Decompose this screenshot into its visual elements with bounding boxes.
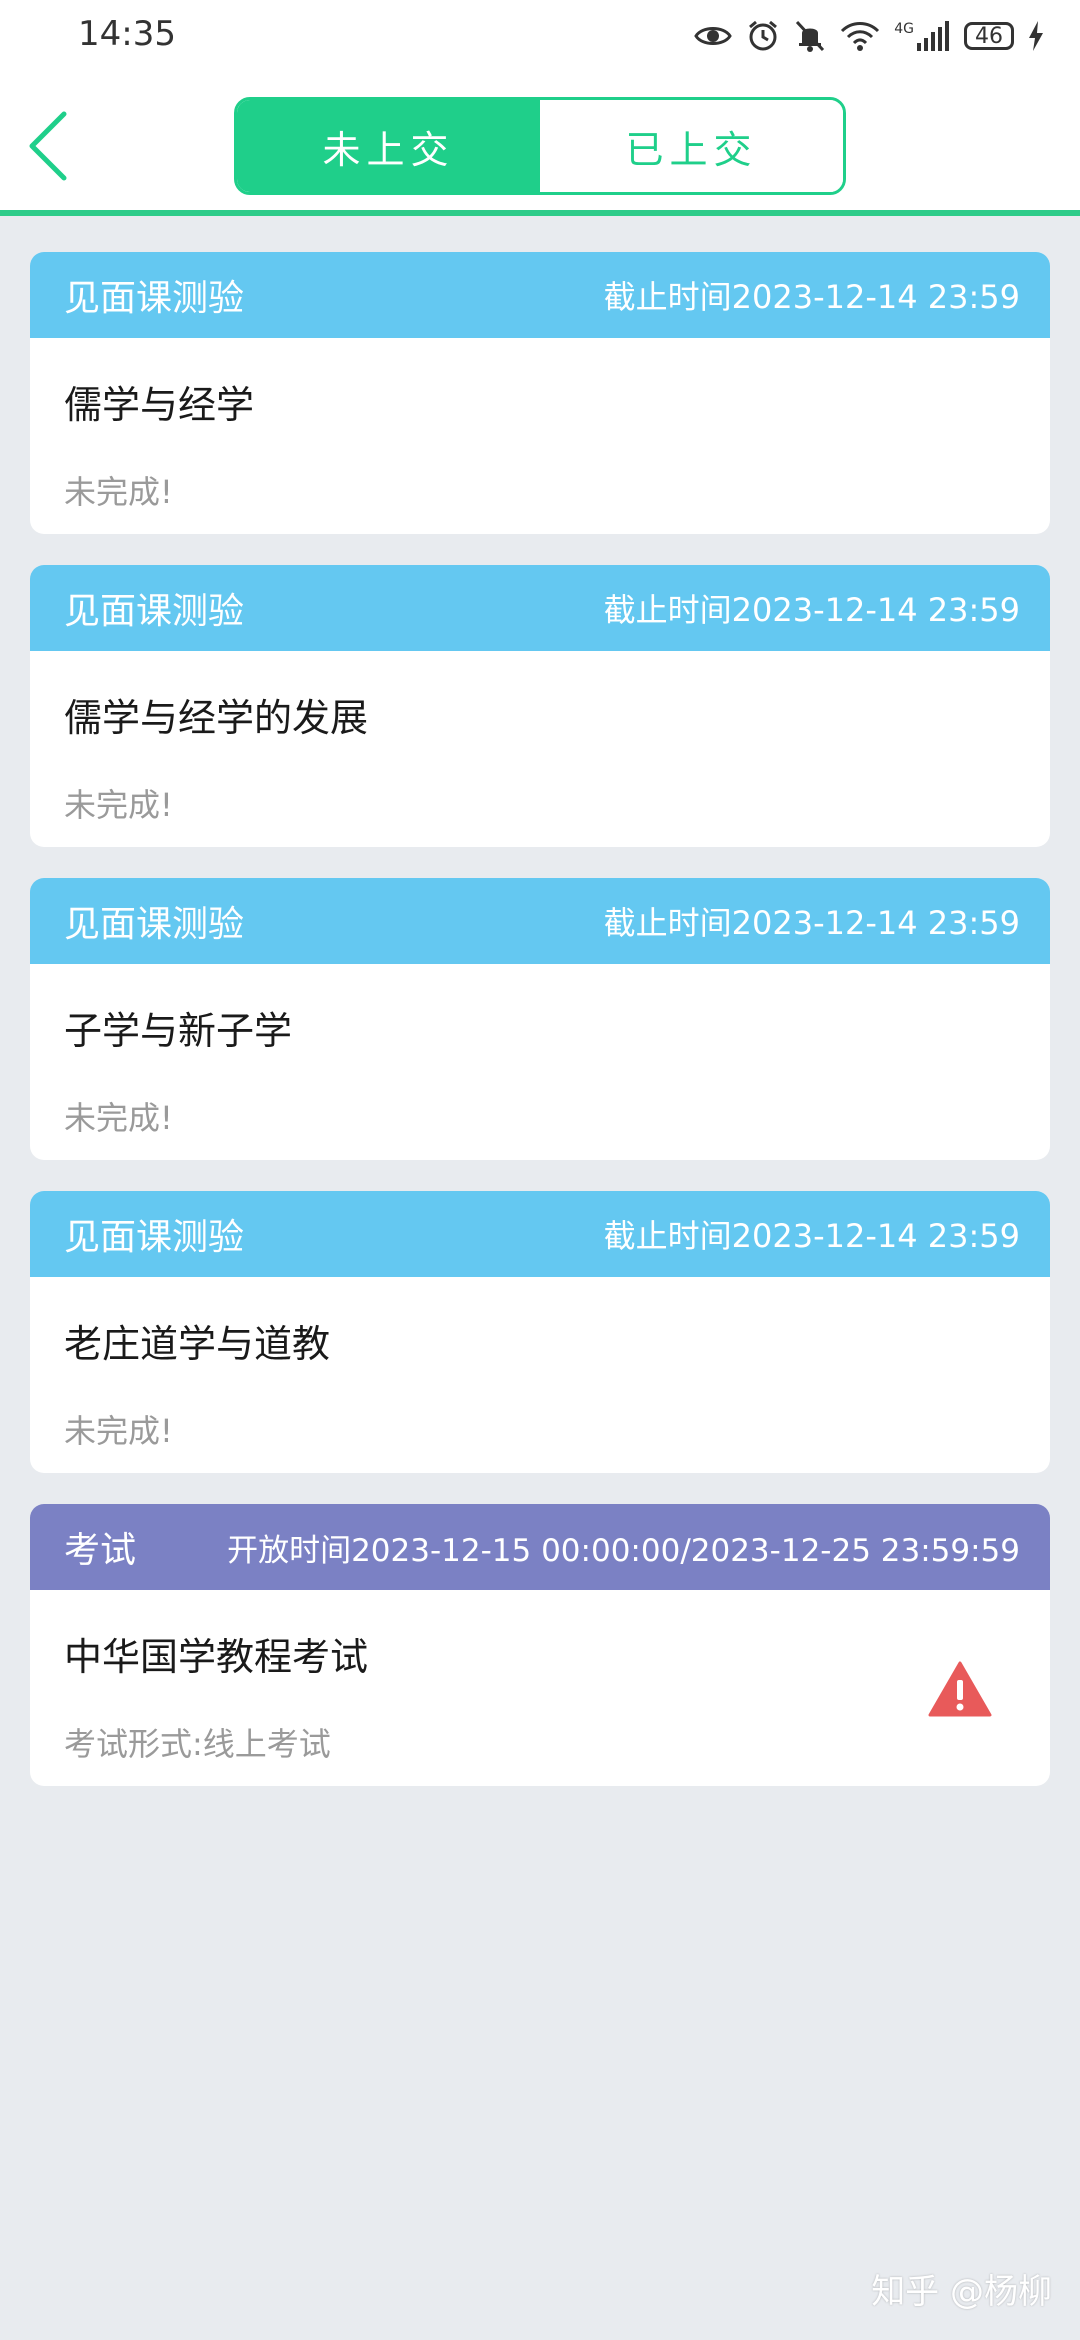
card-header: 见面课测验 截止时间2023-12-14 23:59 [30, 252, 1050, 338]
submission-tabs: 未上交 已上交 [234, 97, 846, 195]
charging-icon [1029, 21, 1043, 51]
battery-level: 46 [975, 23, 1003, 49]
tab-submitted[interactable]: 已上交 [540, 100, 843, 192]
warning-icon[interactable] [928, 1660, 992, 1718]
assignment-list: 见面课测验 截止时间2023-12-14 23:59 儒学与经学 未完成! 见面… [30, 252, 1050, 1817]
card-exam-format: 考试形式:线上考试 [64, 1725, 331, 1763]
card-header: 见面课测验 截止时间2023-12-14 23:59 [30, 1191, 1050, 1277]
card-status: 未完成! [64, 786, 173, 824]
card-deadline: 截止时间2023-12-14 23:59 [603, 1217, 1020, 1255]
card-title: 老庄道学与道教 [64, 1322, 331, 1366]
card-title: 儒学与经学的发展 [64, 696, 369, 740]
chevron-left-icon [29, 111, 67, 181]
card-title: 子学与新子学 [64, 1009, 293, 1053]
card-deadline: 截止时间2023-12-14 23:59 [603, 278, 1020, 316]
card-title: 儒学与经学 [64, 383, 255, 427]
card-status: 未完成! [64, 1412, 173, 1450]
back-button[interactable] [22, 106, 82, 186]
card-header: 考试 开放时间2023-12-15 00:00:00/2023-12-25 23… [30, 1504, 1050, 1590]
card-type: 见面课测验 [64, 1217, 245, 1258]
card-status: 未完成! [64, 1099, 173, 1137]
status-time: 14:35 [78, 14, 176, 54]
signal-icon: 4G [894, 21, 950, 51]
battery-icon: 46 [964, 22, 1014, 50]
card-title: 中华国学教程考试 [64, 1635, 369, 1679]
card-deadline: 截止时间2023-12-14 23:59 [603, 904, 1020, 942]
assignment-card[interactable]: 见面课测验 截止时间2023-12-14 23:59 老庄道学与道教 未完成! [30, 1191, 1050, 1473]
card-open-time: 开放时间2023-12-15 00:00:00/2023-12-25 23:59… [227, 1532, 1020, 1569]
tab-not-submitted[interactable]: 未上交 [237, 100, 540, 192]
card-status: 未完成! [64, 473, 173, 511]
top-bar: 14:35 4G 46 未上交 已上交 [0, 0, 1080, 216]
card-type: 见面课测验 [64, 904, 245, 945]
assignment-card[interactable]: 见面课测验 截止时间2023-12-14 23:59 儒学与经学的发展 未完成! [30, 565, 1050, 847]
watermark: 知乎 @杨柳 [871, 2272, 1052, 2312]
assignment-card[interactable]: 见面课测验 截止时间2023-12-14 23:59 儒学与经学 未完成! [30, 252, 1050, 534]
mute-icon [796, 20, 825, 52]
alarm-icon [749, 20, 778, 51]
wifi-icon [841, 22, 880, 51]
status-bar: 14:35 4G 46 [0, 0, 1080, 72]
card-type: 考试 [64, 1530, 137, 1571]
card-deadline: 截止时间2023-12-14 23:59 [603, 591, 1020, 629]
status-icons: 4G 46 [694, 16, 1044, 56]
exam-card[interactable]: 考试 开放时间2023-12-15 00:00:00/2023-12-25 23… [30, 1504, 1050, 1786]
card-type: 见面课测验 [64, 591, 245, 632]
assignment-card[interactable]: 见面课测验 截止时间2023-12-14 23:59 子学与新子学 未完成! [30, 878, 1050, 1160]
card-header: 见面课测验 截止时间2023-12-14 23:59 [30, 878, 1050, 964]
eye-icon [694, 27, 732, 45]
card-type: 见面课测验 [64, 278, 245, 319]
card-header: 见面课测验 截止时间2023-12-14 23:59 [30, 565, 1050, 651]
